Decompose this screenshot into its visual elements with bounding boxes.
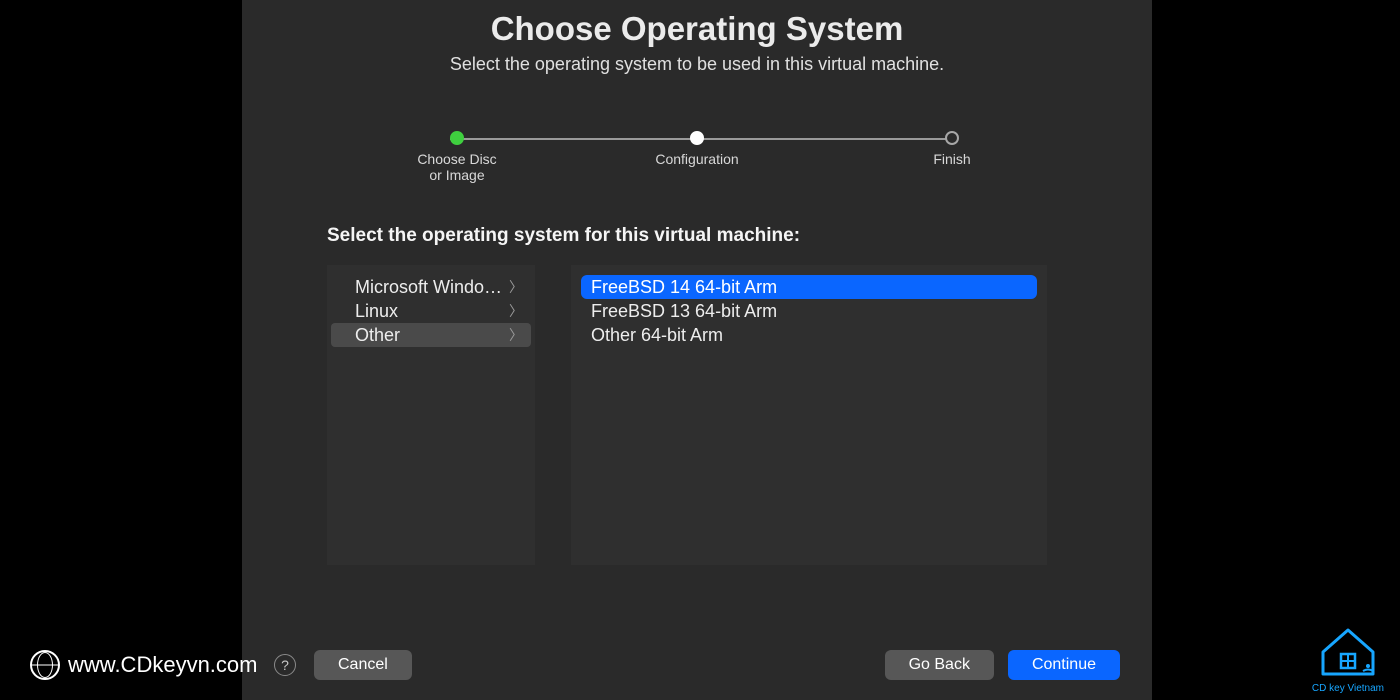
page-title: Choose Operating System: [242, 10, 1152, 48]
category-column: Microsoft Windo… 〉 Linux 〉 Other 〉: [327, 265, 535, 565]
step-dot-icon: [690, 131, 704, 145]
os-picker: Microsoft Windo… 〉 Linux 〉 Other 〉 FreeB…: [327, 265, 1067, 565]
go-back-button[interactable]: Go Back: [885, 650, 994, 680]
os-item-other64[interactable]: Other 64-bit Arm: [581, 323, 1037, 347]
watermark-label: CD key Vietnam: [1312, 683, 1384, 694]
page-subtitle: Select the operating system to be used i…: [242, 54, 1152, 75]
scroll-gutter: [1047, 265, 1067, 565]
chevron-right-icon: 〉: [509, 301, 523, 321]
category-label: Linux: [355, 301, 398, 322]
os-label: Other 64-bit Arm: [591, 325, 723, 346]
watermark-left: www.CDkeyvn.com: [30, 650, 257, 680]
watermark-url: www.CDkeyvn.com: [68, 652, 257, 678]
step-label: Choose Disc or Image: [412, 151, 502, 183]
chevron-right-icon: 〉: [509, 277, 523, 297]
step-choose-disc: Choose Disc or Image: [412, 131, 502, 183]
category-item-linux[interactable]: Linux 〉: [331, 299, 531, 323]
column-gap: [535, 265, 571, 565]
os-item-freebsd13[interactable]: FreeBSD 13 64-bit Arm: [581, 299, 1037, 323]
os-chooser-dialog: Choose Operating System Select the opera…: [242, 0, 1152, 700]
watermark-right: CD key Vietnam: [1312, 622, 1384, 694]
os-item-freebsd14[interactable]: FreeBSD 14 64-bit Arm: [581, 275, 1037, 299]
category-label: Microsoft Windo…: [355, 277, 502, 298]
step-label: Finish: [922, 151, 982, 167]
step-label: Configuration: [642, 151, 752, 167]
category-item-other[interactable]: Other 〉: [331, 323, 531, 347]
step-finish: Finish: [922, 131, 982, 167]
step-dot-icon: [450, 131, 464, 145]
help-button[interactable]: ?: [274, 654, 296, 676]
globe-icon: [30, 650, 60, 680]
chevron-right-icon: 〉: [509, 325, 523, 345]
os-column: FreeBSD 14 64-bit Arm FreeBSD 13 64-bit …: [571, 265, 1047, 565]
step-dot-icon: [945, 131, 959, 145]
question-icon: ?: [281, 657, 289, 673]
continue-button[interactable]: Continue: [1008, 650, 1120, 680]
wizard-stepper: Choose Disc or Image Configuration Finis…: [412, 131, 982, 181]
os-label: FreeBSD 14 64-bit Arm: [591, 277, 777, 298]
house-icon: [1313, 622, 1383, 678]
section-label: Select the operating system for this vir…: [327, 225, 1152, 247]
dialog-footer: ? Cancel Go Back Continue: [242, 642, 1152, 700]
category-item-windows[interactable]: Microsoft Windo… 〉: [331, 275, 531, 299]
step-configuration: Configuration: [642, 131, 752, 167]
cancel-button[interactable]: Cancel: [314, 650, 412, 680]
os-label: FreeBSD 13 64-bit Arm: [591, 301, 777, 322]
category-label: Other: [355, 325, 400, 346]
